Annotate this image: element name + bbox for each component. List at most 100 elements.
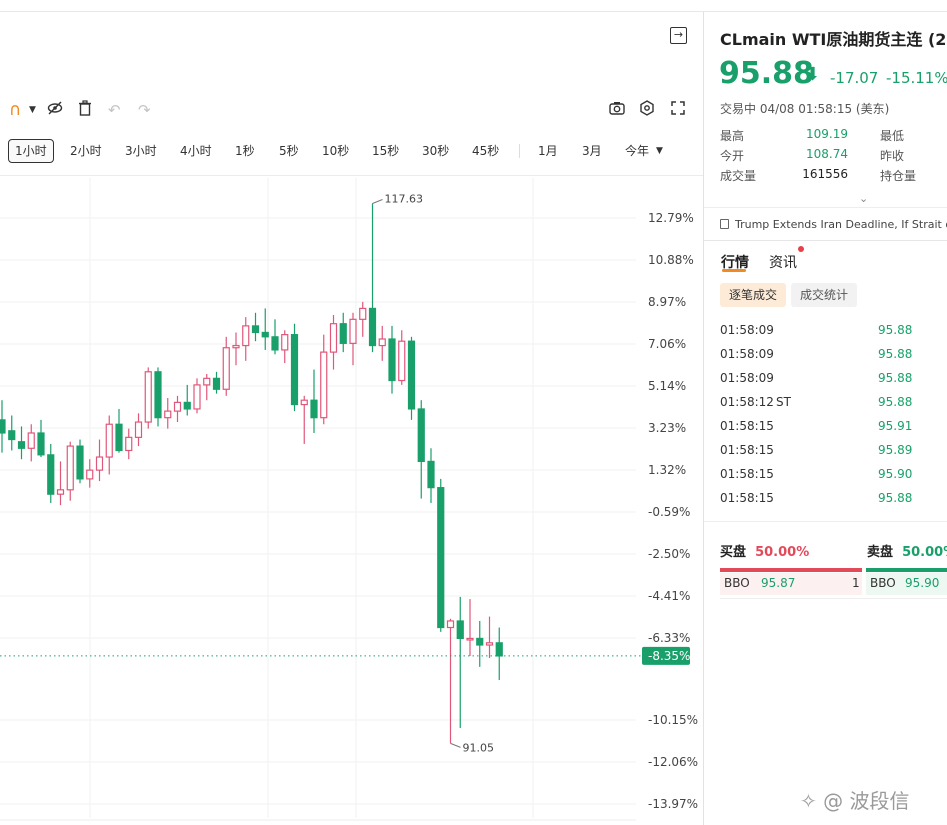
tab-active-indicator [722, 269, 746, 272]
candle-body [242, 325, 250, 347]
timeframe-15s[interactable]: 15秒 [366, 139, 405, 163]
timeframe-1s[interactable]: 1秒 [229, 139, 261, 163]
trade-row: 01:58:09 95.88 [704, 366, 947, 390]
trade-time: 01:58:09 [720, 347, 774, 361]
trash-icon[interactable] [78, 100, 92, 120]
chevron-down-icon[interactable]: ▼ [29, 100, 36, 120]
candle-body [105, 423, 113, 458]
candle-body [125, 436, 133, 452]
candle-body [446, 620, 455, 629]
candle-body [0, 419, 6, 434]
trade-price: 95.90 [878, 467, 913, 481]
candle-body [349, 318, 357, 344]
chart-svg[interactable]: 12.79% 10.88% 8.97% 7.06% 5.14% 3.23% 1.32% -0.… [0, 178, 703, 825]
candle-body [329, 323, 338, 353]
candle-body [173, 401, 182, 412]
trade-time: 01:58:15 [720, 467, 774, 481]
trade-time: 01:58:15 [720, 443, 774, 457]
candle-body [398, 340, 406, 382]
expand-stats-icon[interactable]: ⌄ [859, 192, 868, 205]
undo-icon[interactable]: ↶ [108, 100, 121, 120]
trade-price: 95.88 [878, 347, 913, 361]
camera-icon[interactable] [609, 100, 625, 120]
bid-label: 买盘 [720, 545, 747, 560]
trade-flag: ST [776, 395, 791, 409]
y-axis-label: -12.06% [648, 755, 698, 769]
ask-label: 卖盘 [867, 545, 894, 560]
price-change-percent: -15.11% [886, 69, 947, 87]
current-price-tag-label: -8.35% [648, 649, 690, 663]
candle-body [8, 430, 16, 441]
y-axis-label: 10.88% [648, 253, 694, 267]
open-value: 108.74 [806, 147, 848, 161]
candle-body [76, 445, 84, 480]
candle-body [476, 637, 484, 646]
timeframe-10s[interactable]: 10秒 [316, 139, 355, 163]
candle-body [144, 371, 152, 423]
chart-panel: → ∩ ▼ ↶ ↷ 1小时 2小时 3小时 4小时 1秒 5秒 10秒 15秒 … [0, 12, 703, 825]
trade-time: 01:58:15 [720, 491, 774, 505]
candle-body [359, 307, 367, 320]
candle-body [251, 325, 260, 334]
candle-body [407, 340, 416, 410]
bid-size: 1 [852, 576, 860, 590]
timeframe-2h[interactable]: 2小时 [64, 139, 108, 163]
trade-row: 01:58:09 95.88 [704, 318, 947, 342]
timeframe-45s[interactable]: 45秒 [466, 139, 505, 163]
news-icon [720, 219, 729, 229]
candle-body [485, 642, 494, 646]
toolbar-divider [0, 175, 703, 176]
timeframe-separator [519, 144, 520, 158]
hide-icon[interactable] [47, 100, 63, 120]
candle-body [378, 338, 386, 347]
period-1m[interactable]: 1月 [532, 139, 564, 163]
y-axis-label: 12.79% [648, 211, 694, 225]
subtab-tick-trades[interactable]: 逐笔成交 [720, 283, 787, 307]
open-label: 今开 [720, 149, 745, 163]
timeframe-30s[interactable]: 30秒 [416, 139, 455, 163]
bid-price: 95.87 [761, 576, 796, 590]
y-axis-label: -6.33% [648, 631, 690, 645]
low-marker-label: 91.05 [463, 741, 495, 754]
bid-bbo-label: BBO [724, 576, 750, 590]
period-3m[interactable]: 3月 [576, 139, 608, 163]
tab-info[interactable]: 资讯 [769, 252, 797, 272]
high-marker-label: 117.63 [385, 192, 424, 205]
y-axis-label: 8.97% [648, 295, 686, 309]
ask-summary: 卖盘 50.00% [867, 541, 947, 560]
y-axis-label: 1.32% [648, 463, 686, 477]
instrument-title: CLmain WTI原油期货主连 (2… [720, 30, 947, 49]
news-headline[interactable]: Trump Extends Iran Deadline, If Strait o… [720, 218, 947, 231]
timeframe-5s[interactable]: 5秒 [273, 139, 305, 163]
redo-icon[interactable]: ↷ [138, 100, 151, 120]
high-label: 最高 [720, 129, 745, 143]
candle-body [134, 421, 143, 438]
candle-body [17, 441, 26, 449]
subtab-trade-stats[interactable]: 成交统计 [791, 283, 858, 307]
period-dropdown-icon[interactable]: ▼ [650, 139, 669, 163]
timeframe-4h[interactable]: 4小时 [174, 139, 218, 163]
collapse-panel-icon[interactable]: → [670, 27, 687, 44]
app-root: → ∩ ▼ ↶ ↷ 1小时 2小时 3小时 4小时 1秒 5秒 10秒 15秒 … [0, 0, 947, 825]
settings-icon[interactable] [639, 100, 655, 120]
candle-body [183, 401, 191, 410]
trade-row: 01:58:15 95.91 [704, 414, 947, 438]
candlestick-chart[interactable]: 12.79% 10.88% 8.97% 7.06% 5.14% 3.23% 1.32% -0.… [0, 178, 703, 825]
trade-row: 01:58:09 95.88 [704, 342, 947, 366]
candle-body [27, 432, 35, 449]
fullscreen-icon[interactable] [671, 100, 685, 120]
candle-body [56, 489, 65, 495]
trade-time: 01:58:09 [720, 371, 774, 385]
candle-body [203, 377, 211, 386]
bid-summary: 买盘 50.00% [720, 541, 809, 560]
price-change: -17.07 [830, 69, 879, 87]
y-axis-label: -13.97% [648, 797, 698, 811]
magnet-icon[interactable]: ∩ [9, 100, 21, 120]
trade-price: 95.91 [878, 419, 913, 433]
timeframe-3h[interactable]: 3小时 [119, 139, 163, 163]
candle-body [261, 331, 269, 338]
quote-panel: CLmain WTI原油期货主连 (2… 95.88 ⬇ -17.07 -15.… [704, 12, 947, 825]
ask-bbo-label: BBO [870, 576, 896, 590]
timeframe-1h[interactable]: 1小时 [8, 139, 54, 163]
bid-percent: 50.00% [755, 545, 810, 560]
